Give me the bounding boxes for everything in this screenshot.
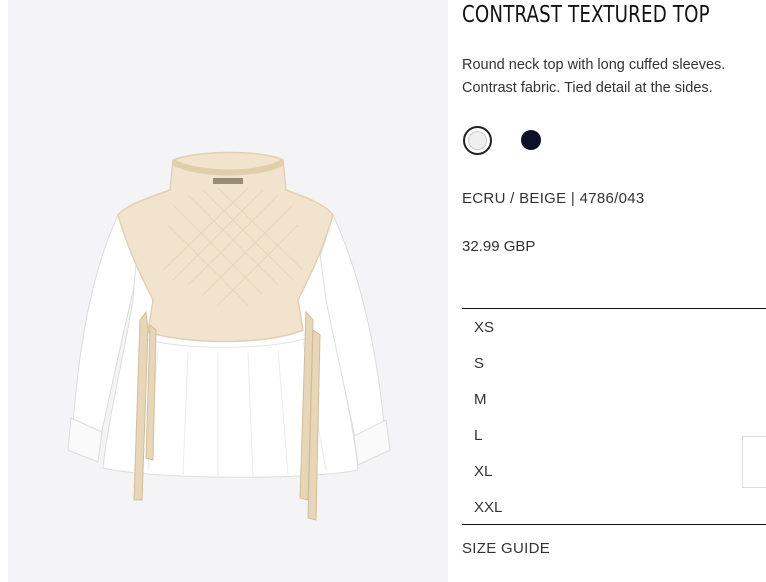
size-option-xs[interactable]: XS: [474, 319, 494, 336]
size-option-l[interactable]: L: [474, 427, 482, 444]
color-swatch-navy[interactable]: [521, 130, 541, 150]
product-illustration: [67, 151, 391, 521]
size-option-m[interactable]: M: [474, 391, 487, 408]
product-description: Round neck top with long cuffed sleeves.…: [462, 54, 762, 100]
size-selector: XS S M L XL XXL: [462, 308, 766, 525]
description-line-2: Contrast fabric. Tied detail at the side…: [462, 80, 713, 96]
size-option-xxl[interactable]: XXL: [474, 499, 502, 516]
product-image[interactable]: [8, 0, 448, 582]
color-swatch-ecru[interactable]: [463, 126, 492, 155]
side-panel-tab[interactable]: [742, 436, 766, 488]
size-option-xl[interactable]: XL: [474, 463, 492, 480]
description-line-1: Round neck top with long cuffed sleeves.: [462, 57, 726, 73]
size-guide-link[interactable]: SIZE GUIDE: [462, 540, 550, 557]
size-option-s[interactable]: S: [474, 355, 484, 372]
product-title: CONTRAST TEXTURED TOP: [462, 2, 710, 28]
colour-reference: ECRU / BEIGE | 4786/043: [462, 190, 645, 207]
product-price: 32.99 GBP: [462, 238, 536, 255]
